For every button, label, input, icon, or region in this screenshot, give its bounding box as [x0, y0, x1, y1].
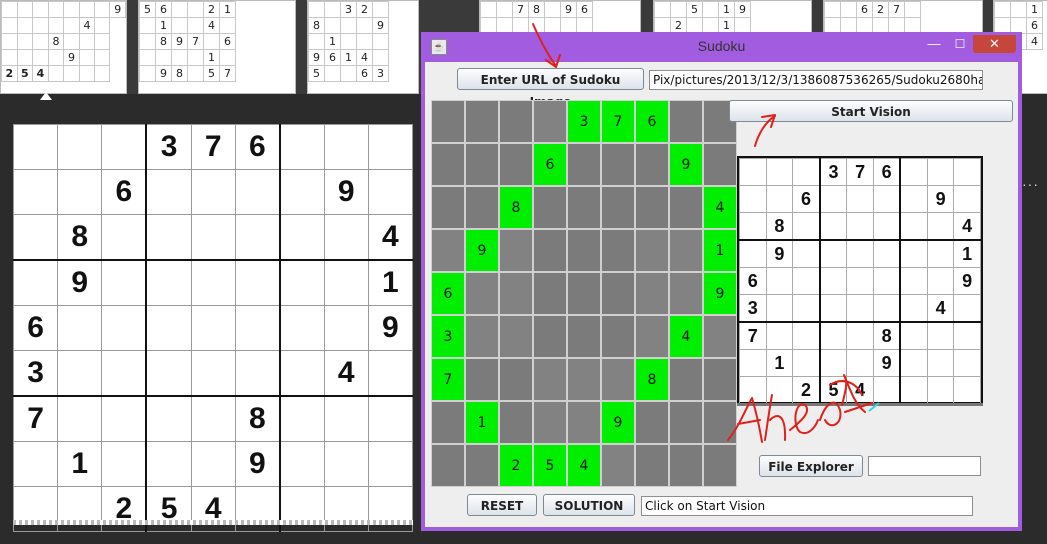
annotation-layer [532, 23, 880, 443]
handwriting-ahead [727, 374, 873, 443]
arrow-to-start-button [754, 115, 776, 147]
arrow-to-url-button [532, 23, 557, 67]
